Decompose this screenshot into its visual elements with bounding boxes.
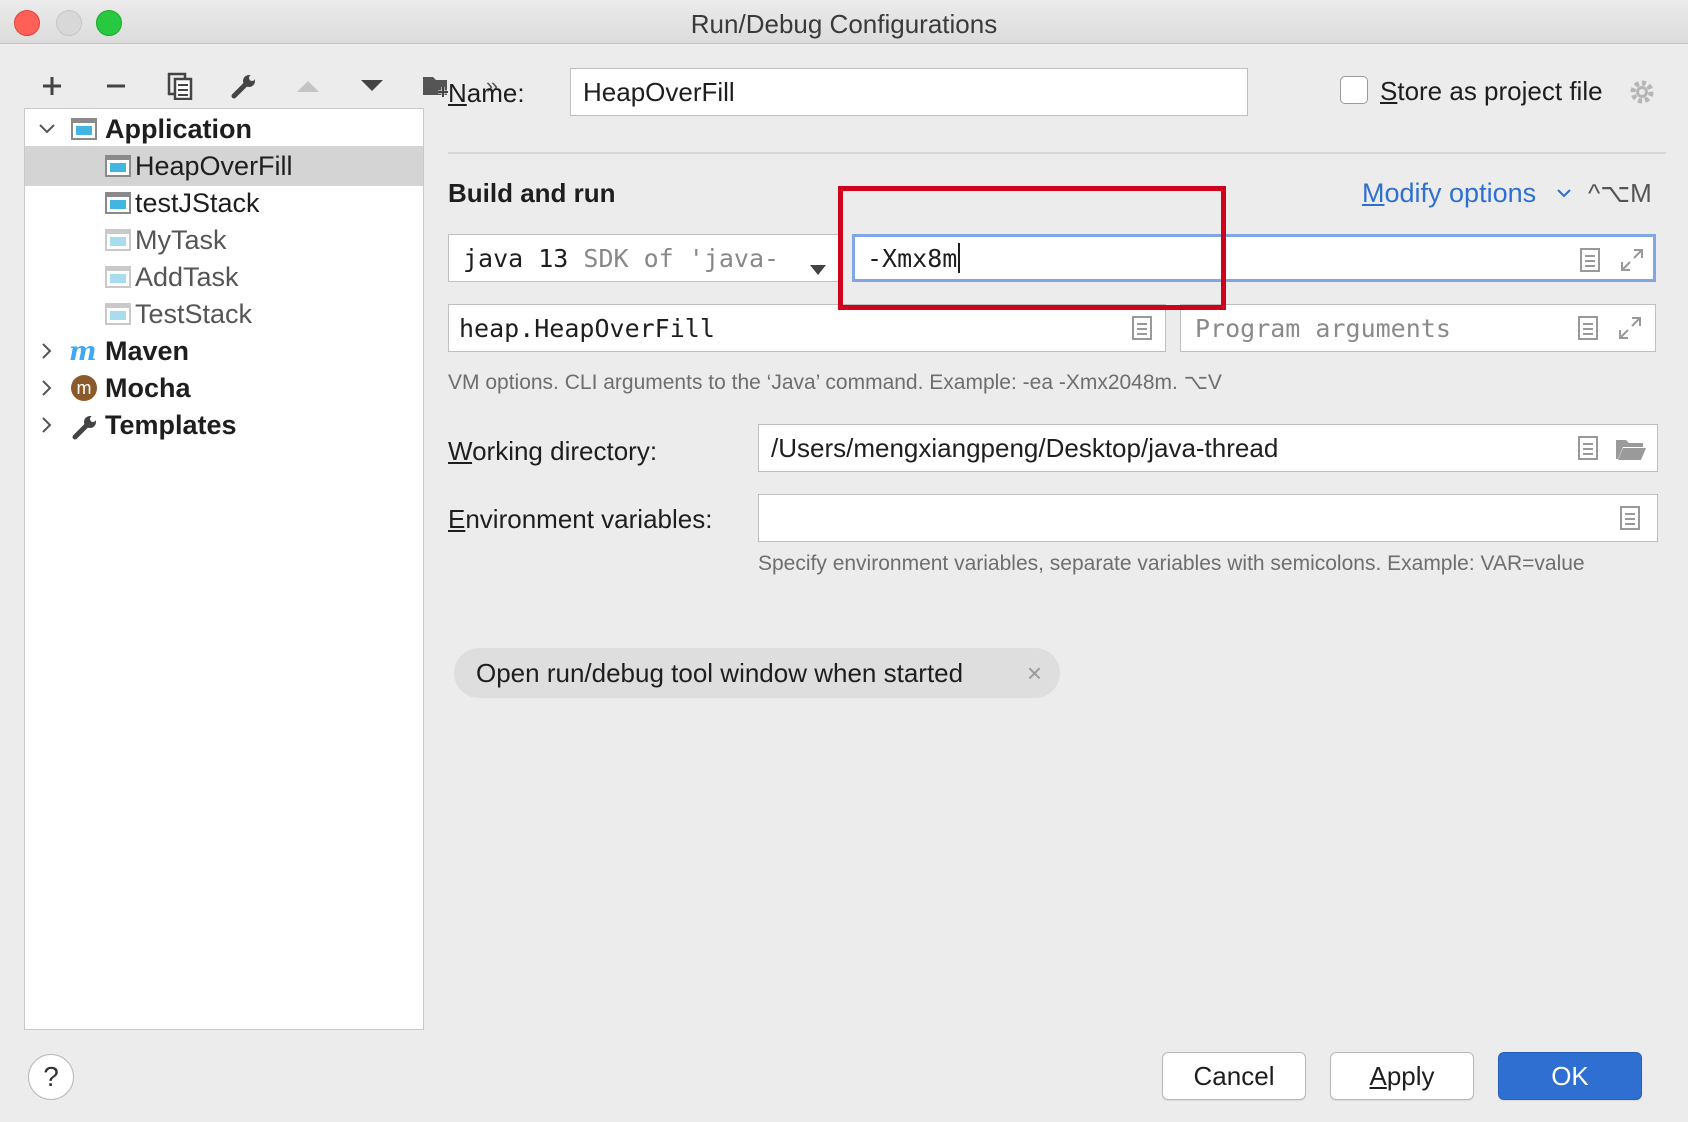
configurations-tree[interactable]: Application HeapOverFill testJStack MyTa…	[24, 108, 424, 1030]
tree-label: HeapOverFill	[135, 150, 293, 181]
working-directory-label: Working directory:	[448, 436, 658, 466]
chevron-right-icon[interactable]	[35, 376, 59, 400]
title-bar: Run/Debug Configurations	[0, 0, 1688, 44]
apply-button[interactable]: Apply	[1330, 1052, 1474, 1100]
tree-item-templates[interactable]: Templates	[25, 405, 423, 445]
tree-item-teststack[interactable]: TestStack	[25, 294, 423, 334]
close-icon[interactable]: ×	[1027, 658, 1042, 689]
chevron-down-icon[interactable]	[1556, 186, 1572, 198]
working-directory-field[interactable]: /Users/mengxiangpeng/Desktop/java-thread	[758, 424, 1658, 472]
main-class-field[interactable]: heap.HeapOverFill	[448, 304, 1166, 352]
chevron-down-icon[interactable]	[35, 117, 59, 141]
expand-icon[interactable]	[1619, 247, 1645, 273]
name-label: Name:	[448, 78, 525, 108]
folder-icon[interactable]	[1615, 437, 1647, 463]
working-directory-value: /Users/mengxiangpeng/Desktop/java-thread	[771, 432, 1279, 463]
svg-text:m: m	[69, 339, 97, 363]
run-debug-window: Run/Debug Configurations » Application H…	[0, 0, 1688, 1122]
config-toolbar: »	[32, 66, 504, 106]
name-value: HeapOverFill	[583, 76, 735, 107]
cancel-button[interactable]: Cancel	[1162, 1052, 1306, 1100]
open-tool-window-chip[interactable]: Open run/debug tool window when started …	[454, 648, 1060, 698]
move-up-icon[interactable]	[288, 68, 328, 104]
name-field[interactable]: HeapOverFill	[570, 68, 1248, 116]
chevron-right-icon[interactable]	[35, 413, 59, 437]
tree-label: testJStack	[135, 187, 260, 218]
tree-label-templates: Templates	[105, 409, 237, 440]
mocha-icon: m	[71, 375, 97, 401]
add-icon[interactable]	[32, 68, 72, 104]
remove-icon[interactable]	[96, 68, 136, 104]
jre-select[interactable]: java 13 SDK of 'java-	[448, 234, 840, 282]
ok-button[interactable]: OK	[1498, 1052, 1642, 1100]
copy-icon[interactable]	[160, 68, 200, 104]
jre-select-value: java 13 SDK of 'java-	[463, 243, 780, 273]
store-as-project-file-checkbox[interactable]	[1340, 76, 1368, 104]
wrench-icon[interactable]	[224, 68, 264, 104]
application-icon	[105, 228, 131, 252]
expand-list-icon[interactable]	[1619, 505, 1641, 531]
build-and-run-heading: Build and run	[448, 178, 616, 208]
store-as-project-file-label: Store as project file	[1380, 76, 1603, 106]
tree-label: TestStack	[135, 298, 253, 329]
gear-icon[interactable]	[1628, 78, 1656, 106]
modify-options-link[interactable]: Modify options	[1362, 178, 1536, 209]
maven-icon: m	[69, 337, 101, 367]
environment-variables-label: Environment variables:	[448, 504, 713, 534]
chip-label: Open run/debug tool window when started	[476, 657, 964, 688]
environment-variables-field[interactable]	[758, 494, 1658, 542]
environment-variables-hint: Specify environment variables, separate …	[758, 552, 1585, 575]
tree-label-maven: Maven	[105, 335, 190, 366]
separator	[448, 152, 1666, 154]
main-class-value: heap.HeapOverFill	[459, 313, 715, 343]
tree-label-application: Application	[105, 113, 252, 144]
browse-class-icon[interactable]	[1131, 315, 1153, 341]
window-title: Run/Debug Configurations	[690, 9, 998, 39]
application-icon	[105, 191, 131, 215]
program-arguments-placeholder: Program arguments	[1195, 313, 1451, 343]
expand-icon[interactable]	[1617, 315, 1643, 341]
tree-item-mocha[interactable]: m Mocha	[25, 368, 423, 408]
modify-options-shortcut: ^⌥M	[1588, 178, 1652, 208]
expand-list-icon[interactable]	[1577, 435, 1599, 461]
tree-item-testjstack[interactable]: testJStack	[25, 183, 423, 223]
tree-item-heapoverfill[interactable]: HeapOverFill	[25, 146, 423, 186]
help-button[interactable]: ?	[28, 1054, 74, 1100]
program-arguments-field[interactable]: Program arguments	[1180, 304, 1656, 352]
tree-item-application[interactable]: Application	[25, 109, 423, 149]
tree-label-mocha: Mocha	[105, 372, 191, 403]
tree-label: AddTask	[135, 261, 239, 292]
dropdown-arrow-icon	[809, 253, 827, 282]
expand-list-icon[interactable]	[1579, 247, 1601, 273]
move-down-icon[interactable]	[352, 68, 392, 104]
tree-item-maven[interactable]: m Maven	[25, 331, 423, 371]
expand-list-icon[interactable]	[1577, 315, 1599, 341]
application-icon	[105, 302, 131, 326]
wrench-icon	[71, 413, 97, 440]
vm-options-hint: VM options. CLI arguments to the ‘Java’ …	[448, 371, 1222, 394]
application-icon	[105, 154, 131, 178]
tree-label: MyTask	[135, 224, 227, 255]
chevron-right-icon[interactable]	[35, 339, 59, 363]
application-icon	[105, 265, 131, 289]
highlight-box	[838, 186, 1226, 310]
tree-item-mytask[interactable]: MyTask	[25, 220, 423, 260]
tree-item-addtask[interactable]: AddTask	[25, 257, 423, 297]
application-icon	[71, 117, 97, 141]
